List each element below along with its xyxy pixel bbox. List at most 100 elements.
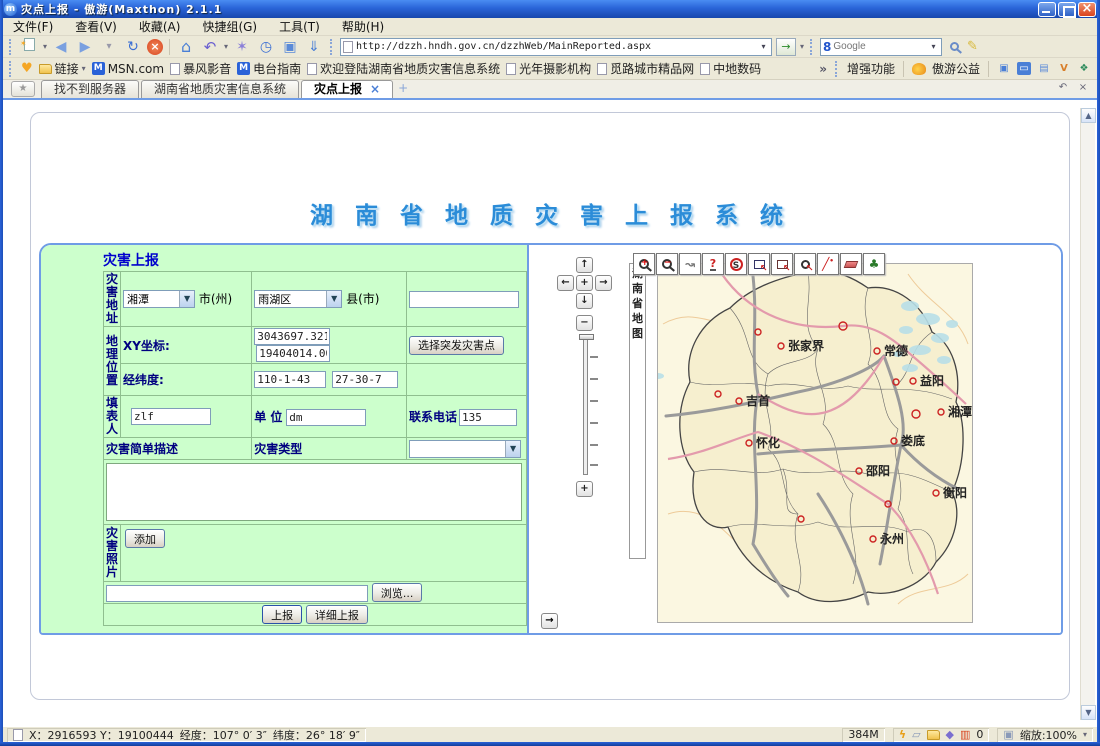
magic-wand-icon[interactable]: ✶ bbox=[232, 38, 252, 56]
vertical-scrollbar[interactable]: ▲ ▼ bbox=[1080, 108, 1095, 720]
description-textarea[interactable] bbox=[106, 463, 522, 521]
map-measure-button[interactable]: ? bbox=[702, 253, 724, 275]
browse-button[interactable]: 浏览... bbox=[372, 583, 423, 602]
pick-disaster-point-button[interactable]: 选择突发灾害点 bbox=[409, 336, 504, 355]
new-page-icon[interactable]: ✶ bbox=[19, 38, 39, 56]
unit-input[interactable] bbox=[286, 409, 366, 426]
menu-view[interactable]: 查看(V) bbox=[75, 18, 117, 35]
notes-icon[interactable]: ◆ bbox=[946, 728, 954, 741]
search-engine-icon[interactable]: 8 bbox=[823, 40, 831, 54]
refresh-icon[interactable]: ↻ bbox=[123, 38, 143, 56]
zoom-out-step-button[interactable]: − bbox=[576, 315, 593, 331]
windows-icon[interactable]: ▱ bbox=[912, 728, 920, 741]
map-side-label[interactable]: 湖南省地图 bbox=[629, 263, 646, 559]
plugins-button[interactable]: 增强功能 bbox=[847, 60, 895, 77]
plugin-window-icon[interactable]: ▭ bbox=[1017, 62, 1031, 75]
longitude-input[interactable] bbox=[254, 371, 326, 388]
x-coordinate-input[interactable] bbox=[254, 328, 330, 345]
new-tab-button[interactable]: + bbox=[395, 81, 411, 97]
search-box[interactable]: 8 ▾ bbox=[820, 38, 942, 56]
undo-closed-tab-button[interactable]: ↶ bbox=[1055, 81, 1071, 96]
map-select-circle-button[interactable]: ↖ bbox=[794, 253, 816, 275]
zoom-segment[interactable]: ▣ 缩放:100% ▾ bbox=[997, 728, 1093, 742]
boost-icon[interactable]: ϟ bbox=[899, 728, 906, 741]
pan-center-button[interactable]: + bbox=[576, 275, 593, 291]
popup-blocker-icon[interactable]: ▥ bbox=[960, 728, 970, 741]
bookmark-baofeng[interactable]: 暴风影音 bbox=[170, 60, 231, 77]
map-eraser-button[interactable] bbox=[840, 253, 862, 275]
menu-tools[interactable]: 工具(T) bbox=[279, 18, 320, 35]
search-icon[interactable] bbox=[950, 42, 959, 51]
stop-icon[interactable]: × bbox=[147, 39, 163, 55]
undo-dropdown-icon[interactable]: ▾ bbox=[224, 42, 228, 51]
bookmark-zhongdi[interactable]: 中地数码 bbox=[700, 60, 761, 77]
map-deselect-rect-button[interactable]: ↖ bbox=[771, 253, 793, 275]
bookmarks-overflow-icon[interactable]: » bbox=[819, 62, 827, 76]
map-clear-selection-button[interactable]: S bbox=[725, 253, 747, 275]
restore-button[interactable] bbox=[1058, 2, 1076, 17]
map-pan-button[interactable]: ↝ bbox=[679, 253, 701, 275]
plugin-misc-icon[interactable]: ❖ bbox=[1077, 62, 1091, 75]
disaster-type-select[interactable]: ▼ bbox=[409, 440, 521, 458]
zoom-in-step-button[interactable]: + bbox=[576, 481, 593, 497]
phone-input[interactable] bbox=[459, 409, 517, 426]
charity-button[interactable]: 傲游公益 bbox=[932, 60, 980, 77]
folder-icon[interactable] bbox=[927, 730, 940, 740]
url-dropdown-icon[interactable]: ▾ bbox=[758, 42, 769, 51]
menu-help[interactable]: 帮助(H) bbox=[342, 18, 384, 35]
bookmark-hunan-geo[interactable]: 欢迎登陆湖南省地质灾害信息系统 bbox=[307, 60, 500, 77]
close-button[interactable] bbox=[1078, 2, 1096, 17]
bookmark-milu[interactable]: 觅路城市精品网 bbox=[597, 60, 694, 77]
address-bar[interactable]: ▾ bbox=[340, 38, 772, 56]
tab-disaster-report[interactable]: 灾点上报× bbox=[301, 80, 393, 98]
pan-left-button[interactable]: ← bbox=[557, 275, 574, 291]
home-icon[interactable]: ⌂ bbox=[176, 38, 196, 56]
map-select-rect-button[interactable]: ↖ bbox=[748, 253, 770, 275]
zoom-dropdown-icon[interactable]: ▾ bbox=[1083, 730, 1087, 739]
snapshot-icon[interactable]: ▣ bbox=[280, 38, 300, 56]
map-full-extent-button[interactable]: ♣ bbox=[863, 253, 885, 275]
expand-panel-button[interactable]: → bbox=[541, 613, 558, 629]
pan-right-button[interactable]: → bbox=[595, 275, 612, 291]
tab-hunan-geo-system[interactable]: 湖南省地质灾害信息系统 bbox=[141, 80, 299, 98]
minimize-button[interactable] bbox=[1038, 2, 1056, 17]
reporter-name-input[interactable] bbox=[131, 408, 211, 425]
add-photo-button[interactable]: 添加 bbox=[125, 529, 165, 548]
map-zoom-out-button[interactable]: − bbox=[656, 253, 678, 275]
favorites-heart-icon[interactable]: ♥ bbox=[21, 61, 33, 76]
detailed-report-button[interactable]: 详细上报 bbox=[306, 605, 368, 624]
scroll-down-icon[interactable]: ▼ bbox=[1081, 705, 1096, 720]
undo-icon[interactable]: ↶ bbox=[200, 38, 220, 56]
county-select[interactable]: 雨湖区▼ bbox=[254, 290, 342, 308]
submit-button[interactable]: 上报 bbox=[262, 605, 302, 624]
close-tab-button[interactable]: × bbox=[1075, 81, 1091, 96]
zoom-slider[interactable] bbox=[583, 335, 588, 475]
pan-down-button[interactable]: ↓ bbox=[576, 293, 593, 309]
favorites-star-icon[interactable]: ★ bbox=[11, 81, 35, 97]
bookmark-msn[interactable]: MMSN.com bbox=[92, 62, 164, 76]
plugin-pc-icon[interactable]: ▣ bbox=[997, 62, 1011, 75]
city-select[interactable]: 湘潭▼ bbox=[123, 290, 195, 308]
pan-up-button[interactable]: ↑ bbox=[576, 257, 593, 273]
charity-chicken-icon[interactable] bbox=[912, 63, 926, 75]
history-clock-icon[interactable]: ◷ bbox=[256, 38, 276, 56]
go-dropdown-icon[interactable]: ▾ bbox=[800, 42, 804, 51]
new-page-dropdown-icon[interactable]: ▾ bbox=[43, 42, 47, 51]
url-input[interactable] bbox=[356, 41, 755, 52]
map-pick-point-button[interactable]: ╱• bbox=[817, 253, 839, 275]
latitude-input[interactable] bbox=[332, 371, 398, 388]
tab-server-not-found[interactable]: 找不到服务器 bbox=[41, 80, 139, 98]
highlight-icon[interactable]: ✎ bbox=[967, 39, 978, 54]
zoom-slider-thumb[interactable] bbox=[579, 334, 594, 340]
menu-favorites[interactable]: 收藏(A) bbox=[139, 18, 181, 35]
photo-file-input[interactable] bbox=[106, 585, 368, 602]
bookmark-links-folder[interactable]: 链接▾ bbox=[39, 60, 86, 77]
hunan-map[interactable]: 张家界常德益阳吉首怀化娄底湘潭邵阳衡阳永州 bbox=[657, 263, 973, 623]
go-button[interactable]: → bbox=[776, 38, 796, 56]
scroll-up-icon[interactable]: ▲ bbox=[1081, 108, 1096, 123]
tab-close-icon[interactable]: × bbox=[370, 81, 380, 98]
search-dropdown-icon[interactable]: ▾ bbox=[928, 42, 939, 51]
menu-file[interactable]: 文件(F) bbox=[13, 18, 53, 35]
search-input[interactable] bbox=[833, 41, 926, 52]
menu-groups[interactable]: 快捷组(G) bbox=[202, 18, 257, 35]
